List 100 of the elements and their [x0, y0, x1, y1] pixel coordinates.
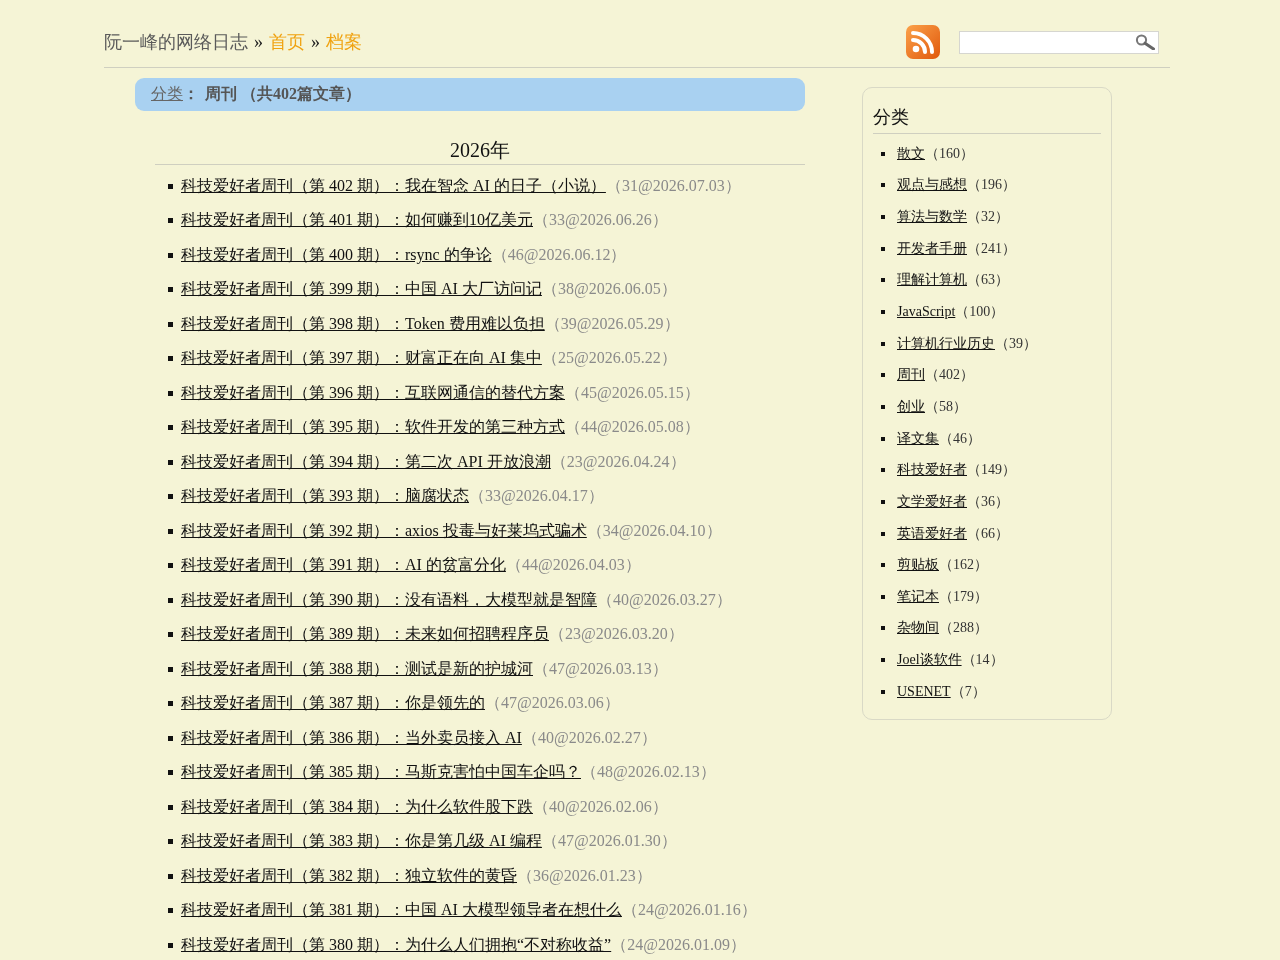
category-link[interactable]: 散文 [897, 144, 925, 163]
category-count: （7） [950, 682, 986, 701]
category-count: （63） [967, 271, 1009, 290]
post-link[interactable]: 科技爱好者周刊（第 389 期）：未来如何招聘程序员 [181, 624, 549, 646]
bullet-icon [168, 425, 173, 431]
category-title: 周刊 （共402篇文章） [205, 84, 361, 104]
post-link[interactable]: 科技爱好者周刊（第 387 期）：你是领先的 [181, 693, 485, 715]
category-link[interactable]: 英语爱好者 [897, 524, 967, 543]
category-count: （162） [939, 556, 988, 575]
breadcrumb-separator: » [311, 31, 320, 53]
category-link[interactable]: 分类 [151, 84, 183, 105]
post-link[interactable]: 科技爱好者周刊（第 397 期）：财富正在向 AI 集中 [181, 348, 542, 370]
category-link[interactable]: 开发者手册 [897, 239, 967, 258]
category-count: （241） [967, 239, 1016, 258]
post-link[interactable]: 科技爱好者周刊（第 392 期）：axios 投毒与好莱坞式骗术 [181, 520, 587, 542]
post-link[interactable]: 科技爱好者周刊（第 394 期）：第二次 API 开放浪潮 [181, 451, 551, 473]
category-count: （32） [967, 208, 1009, 227]
post-meta: （25@2026.05.22） [541, 348, 677, 369]
post-link[interactable]: 科技爱好者周刊（第 399 期）：中国 AI 大厂访问记 [181, 279, 542, 301]
category-link[interactable]: 计算机行业历史 [897, 334, 995, 353]
bullet-icon [881, 658, 885, 663]
bullet-icon [881, 468, 885, 473]
bullet-icon [168, 632, 173, 638]
bullet-icon [881, 151, 885, 156]
bullet-icon [168, 942, 173, 948]
post-meta: （45@2026.05.15） [565, 382, 700, 404]
post-link[interactable]: 科技爱好者周刊（第 383 期）：你是第几级 AI 编程 [181, 831, 542, 853]
post-link[interactable]: 科技爱好者周刊（第 401 期）：如何赚到10亿美元 [181, 210, 533, 232]
post-meta: （44@2026.05.08） [565, 417, 700, 438]
category-count: （100） [955, 303, 1005, 321]
bullet-icon [881, 215, 885, 220]
post-meta: （34@2026.04.10） [586, 520, 722, 542]
post-link[interactable]: 科技爱好者周刊（第 391 期）：AI 的贫富分化 [181, 555, 506, 577]
category-link[interactable]: USENET [897, 683, 951, 700]
category-count: （66） [967, 524, 1009, 543]
bullet-icon [168, 252, 173, 258]
post-link[interactable]: 科技爱好者周刊（第 384 期）：为什么软件股下跌 [181, 796, 533, 818]
bullet-icon [881, 626, 885, 631]
bullet-icon [168, 321, 173, 327]
category-count: （39） [995, 334, 1037, 353]
bullet-icon [881, 436, 885, 441]
category-count: （36） [967, 492, 1009, 511]
rss-icon[interactable] [906, 25, 940, 59]
bullet-icon [168, 390, 173, 396]
category-link[interactable]: JavaScript [897, 304, 956, 320]
bullet-icon [168, 839, 173, 845]
post-meta: （44@2026.04.03） [505, 555, 641, 576]
post-link[interactable]: 科技爱好者周刊（第 386 期）：当外卖员接入 AI [181, 727, 522, 749]
post-meta: （40@2026.02.27） [521, 727, 657, 749]
post-link[interactable]: 科技爱好者周刊（第 396 期）：互联网通信的替代方案 [181, 382, 565, 404]
category-link[interactable]: 周刊 [897, 366, 925, 385]
category-link[interactable]: 杂物间 [897, 619, 939, 638]
post-link[interactable]: 科技爱好者周刊（第 382 期）：独立软件的黄昏 [181, 865, 517, 887]
post-meta: （33@2026.04.17） [469, 486, 604, 507]
category-count: （149） [967, 461, 1016, 480]
post-link[interactable]: 科技爱好者周刊（第 385 期）：马斯克害怕中国车企吗？ [181, 762, 581, 784]
post-link[interactable]: 科技爱好者周刊（第 380 期）：为什么人们拥抱“不对称收益” [181, 934, 612, 956]
post-meta: （31@2026.07.03） [605, 175, 741, 197]
category-link[interactable]: 剪贴板 [897, 556, 939, 575]
post-link[interactable]: 科技爱好者周刊（第 393 期）：脑腐状态 [181, 486, 469, 508]
post-meta: （39@2026.05.29） [544, 313, 680, 335]
post-meta: （33@2026.06.26） [533, 210, 668, 231]
post-link[interactable]: 科技爱好者周刊（第 390 期）：没有语料，大模型就是智障 [181, 589, 597, 611]
site-title[interactable]: 阮一峰的网络日志 [104, 30, 248, 54]
search-field[interactable] [959, 30, 1159, 54]
post-link[interactable]: 科技爱好者周刊（第 398 期）：Token 费用难以负担 [181, 313, 545, 335]
category-link[interactable]: 观点与感想 [897, 176, 967, 195]
post-link[interactable]: 科技爱好者周刊（第 388 期）：测试是新的护城河 [181, 658, 533, 680]
bullet-icon [168, 770, 173, 776]
post-meta: （24@2026.01.16） [621, 900, 757, 921]
post-link[interactable]: 科技爱好者周刊（第 402 期）：我在智念 AI 的日子（小说） [181, 175, 606, 197]
category-link[interactable]: 科技爱好者 [897, 461, 967, 480]
category-count: （58） [925, 397, 967, 416]
category-link[interactable]: 文学爱好者 [897, 492, 967, 511]
category-link[interactable]: 创业 [897, 397, 925, 416]
post-link[interactable]: 科技爱好者周刊（第 381 期）：中国 AI 大模型领导者在想什么 [181, 900, 622, 922]
bullet-icon [881, 563, 885, 568]
post-meta: （47@2026.03.13） [533, 658, 668, 680]
bullet-icon [168, 873, 173, 879]
bullet-icon [168, 701, 173, 707]
post-link[interactable]: 科技爱好者周刊（第 400 期）：rsync 的争论 [181, 244, 492, 266]
post-meta: （46@2026.06.12） [491, 244, 627, 266]
post-meta: （40@2026.02.06） [533, 796, 668, 818]
bullet-icon [881, 310, 885, 314]
category-count: （179） [939, 587, 988, 606]
bullet-icon [881, 531, 885, 536]
category-link[interactable]: 译文集 [897, 429, 939, 448]
category-count: （46） [939, 429, 981, 448]
search-icon[interactable] [1135, 34, 1155, 50]
category-link[interactable]: 笔记本 [897, 587, 939, 606]
post-meta: （38@2026.06.05） [541, 279, 677, 300]
bullet-icon [881, 246, 885, 251]
bullet-icon [881, 341, 885, 346]
category-link[interactable]: 算法与数学 [897, 208, 967, 227]
category-link[interactable]: 理解计算机 [897, 271, 967, 290]
bullet-icon [168, 666, 173, 672]
post-link[interactable]: 科技爱好者周刊（第 395 期）：软件开发的第三种方式 [181, 417, 565, 439]
category-count: （14） [961, 651, 1004, 670]
category-link[interactable]: Joel谈软件 [897, 651, 962, 670]
bullet-icon [881, 689, 885, 694]
